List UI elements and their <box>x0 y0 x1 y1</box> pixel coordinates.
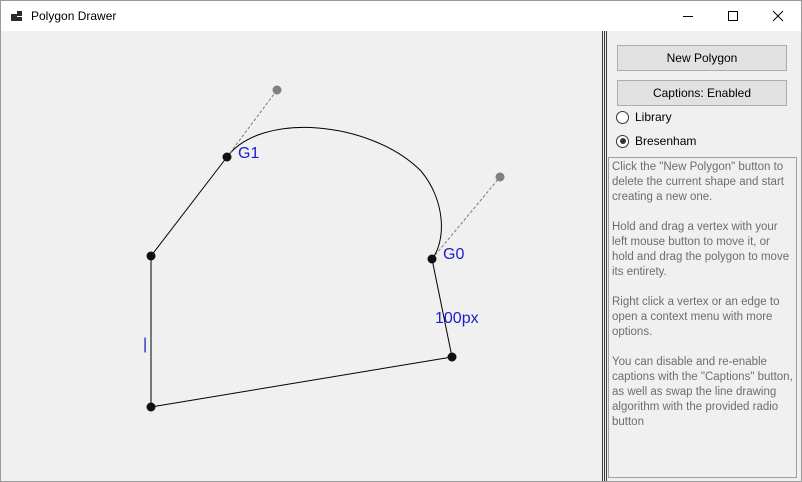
radio-bresenham[interactable]: Bresenham <box>616 132 696 150</box>
control-panel: New Polygon Captions: Enabled Library Br… <box>608 31 801 481</box>
control-point[interactable] <box>272 85 282 95</box>
close-button[interactable] <box>755 1 801 31</box>
radio-library-label: Library <box>635 110 672 124</box>
maximize-button[interactable] <box>710 1 756 31</box>
caption-edge-length: 100px <box>435 310 479 327</box>
polygon-edge[interactable] <box>150 156 228 257</box>
app-icon <box>11 11 22 21</box>
vertex[interactable] <box>222 152 232 162</box>
help-paragraph: You can disable and re-enable captions w… <box>612 356 793 428</box>
title-bar[interactable]: Polygon Drawer <box>1 1 801 31</box>
minimize-button[interactable] <box>665 1 711 31</box>
caption-g1: G1 <box>238 145 259 162</box>
new-polygon-button[interactable]: New Polygon <box>617 45 787 71</box>
help-paragraph: Hold and drag a vertex with your left mo… <box>612 221 790 278</box>
window-title: Polygon Drawer <box>31 9 117 23</box>
radio-library[interactable]: Library <box>616 108 672 126</box>
drawing-canvas[interactable]: G1 G0 100px | <box>1 31 602 481</box>
polygon-edge[interactable] <box>431 258 453 358</box>
vertex[interactable] <box>146 402 156 412</box>
caption-g0: G0 <box>443 246 464 263</box>
radio-bresenham-indicator[interactable] <box>616 134 629 148</box>
polygon-edge[interactable] <box>150 356 453 408</box>
help-text-box[interactable]: Click the "New Polygon" button to delete… <box>608 157 797 478</box>
captions-toggle-button[interactable]: Captions: Enabled <box>617 80 787 106</box>
radio-library-indicator[interactable] <box>616 110 629 124</box>
radio-bresenham-label: Bresenham <box>635 134 697 148</box>
help-paragraph: Click the "New Polygon" button to delete… <box>612 161 784 203</box>
minimize-icon <box>683 16 693 17</box>
control-point[interactable] <box>495 172 505 182</box>
maximize-icon <box>728 11 738 21</box>
app-window: Polygon Drawer G1 G0 100px | New Polygon… <box>0 0 802 482</box>
vertex[interactable] <box>146 251 156 261</box>
close-icon <box>772 10 784 22</box>
vertex[interactable] <box>427 254 437 264</box>
caption-vertical-marker: | <box>143 336 147 353</box>
vertex[interactable] <box>447 352 457 362</box>
help-paragraph: Right click a vertex or an edge to open … <box>612 296 780 338</box>
